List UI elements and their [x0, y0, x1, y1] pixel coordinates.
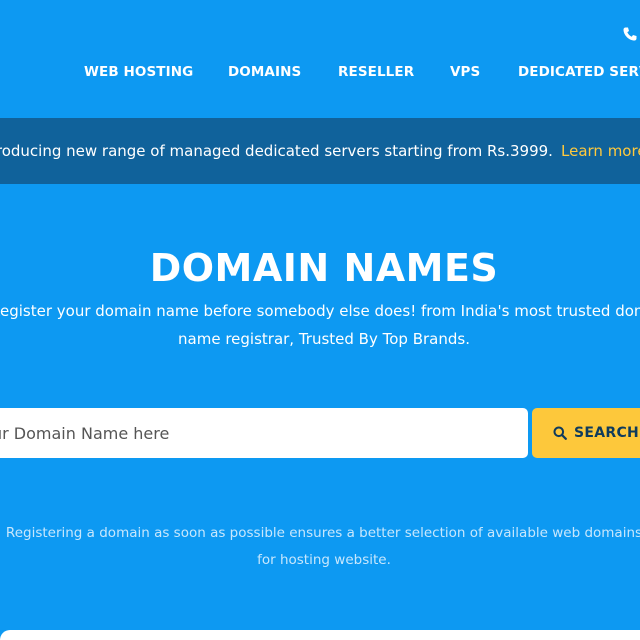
search-button[interactable]: SEARCH — [532, 408, 640, 458]
nav-item-web-hosting[interactable]: WEB HOSTING — [84, 64, 193, 80]
learn-more-link[interactable]: Learn more — [561, 142, 640, 160]
domain-note: Registering a domain as soon as possible… — [0, 520, 640, 574]
phone-icon[interactable] — [622, 26, 638, 42]
subtitle-line-2: name registrar, Trusted By Top Brands. — [178, 330, 470, 348]
main-nav: WEB HOSTING DOMAINS RESELLER VPS DEDICAT… — [0, 64, 640, 84]
note-line-2: for hosting website. — [257, 552, 391, 568]
nav-item-domains[interactable]: DOMAINS — [228, 64, 301, 80]
page-title: DOMAIN NAMES — [149, 246, 499, 290]
banner-text: troducing new range of managed dedicated… — [0, 142, 553, 160]
nav-item-reseller[interactable]: RESELLER — [338, 64, 414, 80]
nav-item-dedicated-servers[interactable]: DEDICATED SERV — [518, 64, 640, 80]
search-button-label: SEARCH — [574, 425, 640, 441]
announcement-banner: troducing new range of managed dedicated… — [0, 118, 640, 184]
nav-item-vps[interactable]: VPS — [450, 64, 480, 80]
subtitle-line-1: Register your domain name before somebod… — [0, 302, 640, 320]
domain-search-input[interactable] — [0, 408, 528, 458]
page-subtitle: Register your domain name before somebod… — [0, 297, 640, 353]
search-box — [0, 408, 528, 458]
search-icon — [553, 426, 567, 440]
content-section-edge — [0, 630, 640, 640]
note-line-1: Registering a domain as soon as possible… — [5, 525, 640, 541]
